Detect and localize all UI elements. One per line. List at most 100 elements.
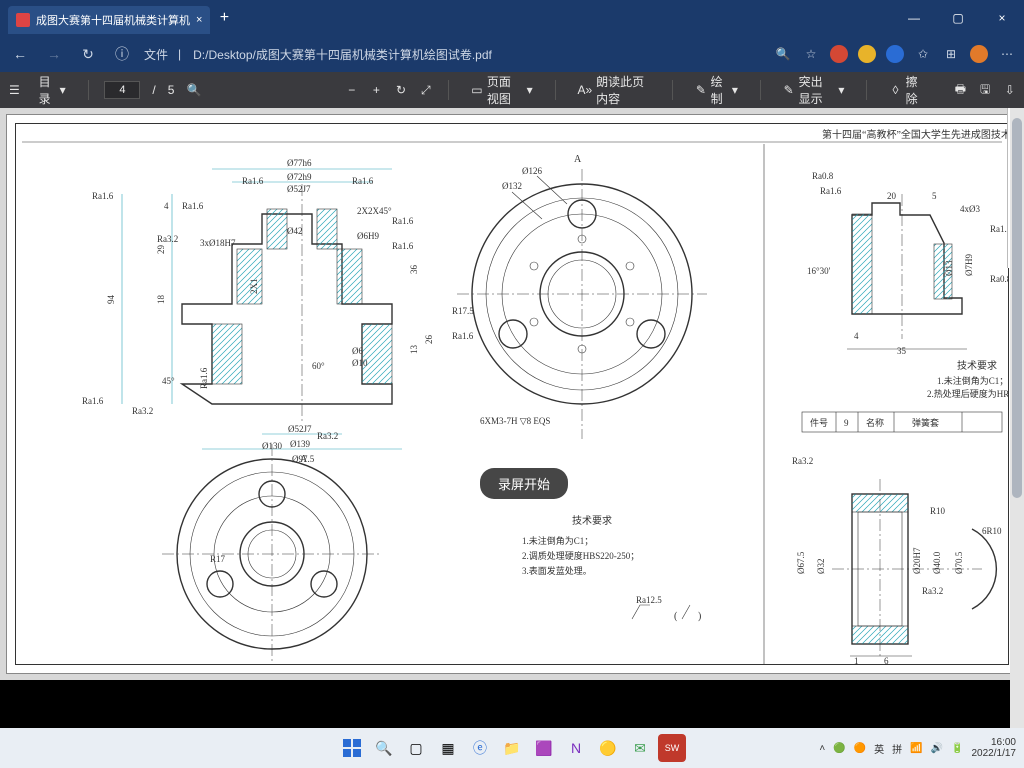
svg-text:R17.5: R17.5 xyxy=(452,306,474,316)
svg-text:Ra1.6: Ra1.6 xyxy=(352,176,374,186)
vertical-scrollbar[interactable] xyxy=(1010,108,1024,728)
svg-text:Ø72h9: Ø72h9 xyxy=(287,172,312,182)
svg-text:4: 4 xyxy=(164,201,169,211)
svg-text:R17: R17 xyxy=(210,554,226,564)
info-icon[interactable]: ⓘ xyxy=(110,42,134,66)
clock-date[interactable]: 2022/1/17 xyxy=(972,748,1017,759)
onenote-icon[interactable]: N xyxy=(562,734,590,762)
edge-icon[interactable]: ⓔ xyxy=(466,734,494,762)
svg-text:): ) xyxy=(698,611,701,622)
svg-text:Ra1.6: Ra1.6 xyxy=(452,331,474,341)
explorer-icon[interactable]: 📁 xyxy=(498,734,526,762)
svg-text:Ø32: Ø32 xyxy=(816,559,826,575)
windows-taskbar[interactable]: 🔍 ▢ ▦ ⓔ 📁 🟪 N 🟡 ✉ SW ˄ 🟢 🟠 英 拼 📶 🔊 🔋 16:… xyxy=(0,728,1024,768)
svg-text:Ø10: Ø10 xyxy=(352,358,368,368)
svg-text:Ø52J7: Ø52J7 xyxy=(288,424,312,434)
collections-icon[interactable]: ⊞ xyxy=(942,45,960,63)
saveas-button[interactable]: ⇩ xyxy=(1003,82,1016,98)
svg-text:Ø6H9: Ø6H9 xyxy=(357,231,379,241)
browser-tab[interactable]: 成图大赛第十四届机械类计算机 × xyxy=(8,6,210,34)
tray-chevron-icon[interactable]: ˄ xyxy=(819,743,825,754)
svg-text:Ra3.2: Ra3.2 xyxy=(157,234,178,244)
ime-mode[interactable]: 拼 xyxy=(892,741,902,756)
zoom-in-button[interactable]: + xyxy=(370,82,383,98)
new-tab-button[interactable]: + xyxy=(210,4,238,32)
pdf-viewport[interactable]: 第十四届“高教杯”全国大学生先进成图技术与产品信 xyxy=(0,108,1024,680)
erase-button[interactable]: ◊擦除 xyxy=(883,69,930,111)
back-button[interactable]: ← xyxy=(8,42,32,66)
svg-text:9: 9 xyxy=(844,418,849,428)
ext-yellow-icon[interactable] xyxy=(858,45,876,63)
task-view-icon[interactable]: ▢ xyxy=(402,734,430,762)
rotate-button[interactable]: ↻ xyxy=(395,82,408,98)
page-input[interactable] xyxy=(104,81,140,99)
separator xyxy=(88,80,89,100)
separator xyxy=(760,80,761,100)
tab-close-icon[interactable]: × xyxy=(196,14,202,26)
favorites-bar-icon[interactable]: ✩ xyxy=(914,45,932,63)
widgets-icon[interactable]: ▦ xyxy=(434,734,462,762)
profile-icon[interactable] xyxy=(970,45,988,63)
eraser-icon: ◊ xyxy=(889,82,901,98)
window-minimize-button[interactable]: — xyxy=(892,0,936,36)
svg-text:R10: R10 xyxy=(930,506,946,516)
svg-text:Ø70.5: Ø70.5 xyxy=(954,551,964,574)
system-tray[interactable]: ˄ 🟢 🟠 英 拼 📶 🔊 🔋 16:00 2022/1/17 xyxy=(819,737,1016,759)
fit-button[interactable]: ⤢ xyxy=(419,82,432,98)
svg-text:Ø6: Ø6 xyxy=(352,346,363,356)
svg-text:20: 20 xyxy=(887,191,897,201)
toc-button[interactable]: 目录 ▾ xyxy=(33,69,72,111)
svg-text:3.表面发蓝处理。: 3.表面发蓝处理。 xyxy=(522,565,592,576)
app-icon[interactable]: 🟪 xyxy=(530,734,558,762)
clock-time[interactable]: 16:00 xyxy=(991,737,1016,748)
page-view-button[interactable]: ▭页面视图 ▾ xyxy=(465,69,539,111)
svg-text:Ø97.5: Ø97.5 xyxy=(292,454,315,464)
read-aloud-label: 朗读此页内容 xyxy=(596,73,650,107)
scroll-thumb[interactable] xyxy=(1012,118,1022,498)
find-icon[interactable]: 🔍 xyxy=(186,82,201,98)
solidworks-icon[interactable]: SW xyxy=(658,734,686,762)
window-maximize-button[interactable]: ▢ xyxy=(936,0,980,36)
ime-indicator[interactable]: 英 xyxy=(874,741,884,756)
zoom-out-button[interactable]: − xyxy=(345,82,358,98)
battery-icon[interactable]: 🔋 xyxy=(951,743,963,754)
address-input[interactable] xyxy=(191,46,764,62)
wifi-icon[interactable]: 📶 xyxy=(910,743,922,754)
volume-icon[interactable]: 🔊 xyxy=(931,743,943,754)
svg-text:Ra1.6: Ra1.6 xyxy=(820,186,842,196)
favorite-icon[interactable]: ☆ xyxy=(802,45,820,63)
forward-button: → xyxy=(42,42,66,66)
svg-text:1: 1 xyxy=(854,656,859,664)
hamburger-icon[interactable]: ☰ xyxy=(8,82,21,98)
highlighter-icon: ✎ xyxy=(783,82,795,98)
svg-text:35: 35 xyxy=(897,346,907,356)
zoom-indicator-icon[interactable]: 🔍 xyxy=(774,45,792,63)
separator xyxy=(866,80,867,100)
app-icon-2[interactable]: 🟡 xyxy=(594,734,622,762)
svg-text:Ra1.6: Ra1.6 xyxy=(392,216,414,226)
highlight-button[interactable]: ✎突出显示 ▾ xyxy=(777,69,851,111)
print-button[interactable]: 🖶 xyxy=(954,82,967,98)
start-button[interactable] xyxy=(338,734,366,762)
svg-text:Ø77h6: Ø77h6 xyxy=(287,158,312,168)
ext-blue-icon[interactable] xyxy=(886,45,904,63)
svg-text:Ra1.6: Ra1.6 xyxy=(182,201,204,211)
svg-text:Ra3.2: Ra3.2 xyxy=(922,586,943,596)
draw-button[interactable]: ✎绘制 ▾ xyxy=(689,69,744,111)
svg-text:Ø52J7: Ø52J7 xyxy=(287,184,311,194)
refresh-button[interactable]: ↻ xyxy=(76,42,100,66)
svg-text:29: 29 xyxy=(156,245,166,255)
wechat-icon[interactable]: ✉ xyxy=(626,734,654,762)
svg-text:1.未注倒角为C1；: 1.未注倒角为C1； xyxy=(937,375,1008,386)
read-aloud-button[interactable]: A»朗读此页内容 xyxy=(571,69,656,111)
window-close-button[interactable]: × xyxy=(980,0,1024,36)
svg-text:Ra1.6: Ra1.6 xyxy=(242,176,264,186)
ext-red-icon[interactable] xyxy=(830,45,848,63)
svg-text:2X2X45°: 2X2X45° xyxy=(357,206,392,216)
save-button[interactable]: 🖫 xyxy=(979,82,992,98)
more-icon[interactable]: ⋯ xyxy=(998,45,1016,63)
svg-text:1.未注倒角为C1；: 1.未注倒角为C1； xyxy=(522,535,593,546)
search-icon[interactable]: 🔍 xyxy=(370,734,398,762)
tray-app-icon[interactable]: 🟢 xyxy=(833,743,845,754)
tray-app-icon[interactable]: 🟠 xyxy=(854,743,866,754)
